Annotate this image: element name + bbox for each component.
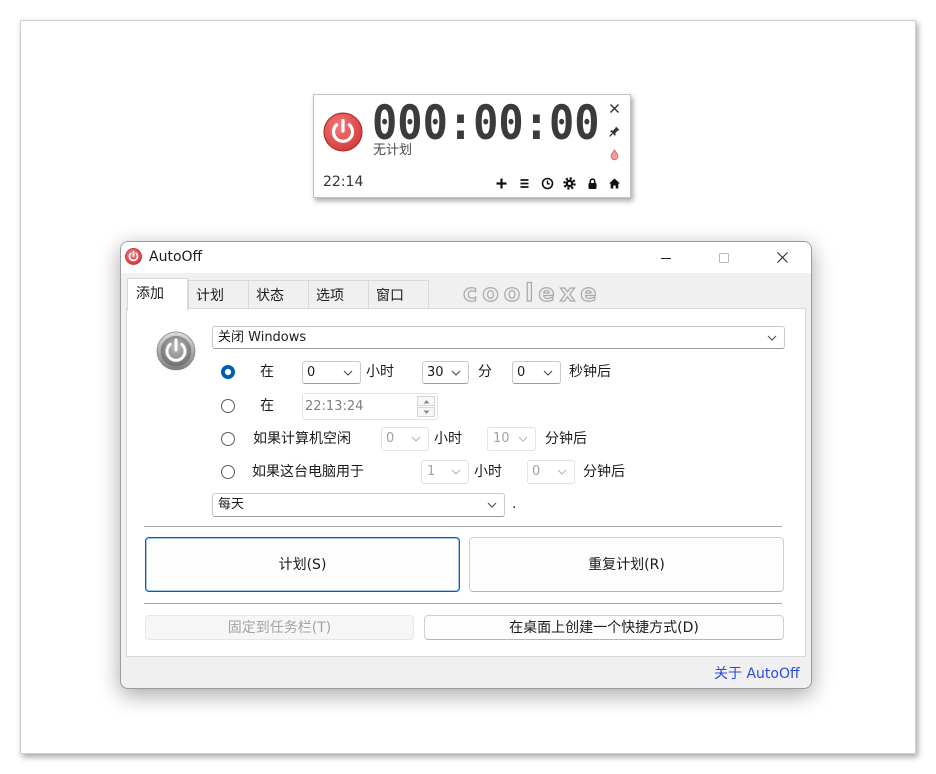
idle-hours-unit: 小时	[434, 431, 462, 447]
action-select[interactable]: 关闭 Windows	[212, 326, 785, 349]
pin-icon[interactable]	[608, 125, 621, 138]
gear-icon[interactable]	[563, 177, 576, 190]
idle-hours-select[interactable]: 0	[381, 427, 429, 451]
about-link[interactable]: 关于 AutoOff	[714, 665, 800, 683]
minimize-icon	[661, 257, 671, 259]
lock-icon[interactable]	[586, 177, 599, 190]
maximize-icon	[719, 252, 729, 263]
countdown-seconds-select[interactable]: 0	[512, 361, 561, 384]
power-icon	[156, 331, 196, 371]
uptime-minutes-select[interactable]: 0	[527, 460, 575, 484]
chevron-down-icon	[767, 335, 777, 341]
tab-schedule[interactable]: 计划	[188, 280, 249, 308]
idle-minutes-value: 10	[493, 431, 510, 446]
list-icon[interactable]	[518, 177, 531, 190]
repeat-schedule-button[interactable]: 重复计划(R)	[469, 537, 784, 592]
schedule-button[interactable]: 计划(S)	[145, 537, 460, 592]
maximize-button[interactable]	[695, 242, 753, 273]
countdown-seconds-unit: 秒钟后	[569, 364, 611, 380]
title-bar[interactable]: AutoOff	[121, 242, 811, 273]
coolexe-logo: coolexe	[462, 279, 602, 307]
add-tab-panel: 关闭 Windows 在 0 小时 30 分 0 秒钟后 在 22:13:24	[126, 308, 806, 657]
chevron-down-icon	[343, 370, 353, 376]
at-time-spinner[interactable]: 22:13:24	[302, 393, 438, 420]
uptime-minutes-unit: 分钟后	[583, 464, 625, 480]
autooff-window: AutoOff 添加 计划 状态 选项 窗口 coolexe 关闭 Window…	[120, 241, 812, 689]
chevron-down-icon	[518, 436, 528, 442]
chevron-down-icon	[557, 469, 567, 475]
radio-countdown[interactable]	[221, 365, 235, 379]
radio-uptime[interactable]	[221, 465, 235, 479]
home-icon[interactable]	[608, 177, 621, 190]
chevron-down-icon	[411, 436, 421, 442]
spinner-down-button[interactable]	[417, 407, 435, 417]
window-title: AutoOff	[149, 249, 203, 265]
create-desktop-shortcut-button[interactable]: 在桌面上创建一个快捷方式(D)	[424, 615, 784, 640]
tab-options[interactable]: 选项	[308, 280, 369, 308]
timer-widget: 000:00:00 无计划 22:14	[313, 94, 631, 198]
tab-window[interactable]: 窗口	[368, 280, 429, 308]
current-time: 22:14	[323, 174, 364, 190]
at-time-label: 在	[260, 398, 274, 414]
countdown-minutes-select[interactable]: 30	[422, 361, 469, 384]
countdown-minutes-value: 30	[427, 364, 444, 380]
pin-to-taskbar-button[interactable]: 固定到任务栏(T)	[145, 615, 414, 640]
uptime-hours-value: 1	[427, 464, 436, 479]
countdown-hours-unit: 小时	[366, 364, 394, 380]
close-icon[interactable]	[608, 102, 621, 115]
repeat-select[interactable]: 每天	[212, 493, 505, 517]
radio-at-time[interactable]	[221, 399, 235, 413]
spinner-up-button[interactable]	[417, 396, 435, 406]
chevron-down-icon	[451, 370, 461, 376]
uptime-hours-select[interactable]: 1	[421, 460, 469, 484]
idle-label: 如果计算机空闲	[253, 431, 351, 447]
uptime-label: 如果这台电脑用于	[252, 464, 364, 480]
at-time-value: 22:13:24	[305, 398, 364, 414]
divider	[144, 526, 782, 527]
repeat-suffix: .	[512, 496, 517, 512]
arrow-up-icon	[423, 400, 430, 404]
countdown-minutes-unit: 分	[478, 364, 492, 380]
idle-minutes-unit: 分钟后	[545, 431, 587, 447]
action-select-value: 关闭 Windows	[218, 329, 307, 345]
chevron-down-icon	[451, 469, 461, 475]
close-icon	[776, 252, 788, 263]
drop-icon[interactable]	[608, 148, 621, 161]
close-button[interactable]	[753, 242, 811, 273]
radio-idle[interactable]	[221, 432, 235, 446]
app-power-icon	[125, 248, 142, 265]
tab-add[interactable]: 添加	[127, 278, 188, 311]
repeat-select-value: 每天	[218, 497, 245, 512]
uptime-minutes-value: 0	[532, 464, 541, 479]
uptime-hours-unit: 小时	[474, 464, 502, 480]
chevron-down-icon	[543, 370, 553, 376]
power-icon[interactable]	[323, 112, 363, 152]
tab-status[interactable]: 状态	[248, 280, 309, 308]
add-icon[interactable]	[495, 177, 508, 190]
arrow-down-icon	[423, 410, 430, 414]
chevron-down-icon	[487, 502, 497, 508]
divider	[144, 603, 782, 604]
idle-hours-value: 0	[386, 431, 395, 446]
countdown-seconds-value: 0	[517, 364, 526, 380]
countdown-hours-value: 0	[307, 364, 316, 380]
clock-icon[interactable]	[541, 177, 554, 190]
schedule-status: 无计划	[373, 143, 413, 158]
countdown-label: 在	[260, 364, 274, 380]
spinner-buttons	[417, 396, 435, 417]
idle-minutes-select[interactable]: 10	[487, 427, 536, 451]
countdown-display: 000:00:00	[372, 95, 600, 151]
minimize-button[interactable]	[637, 242, 695, 273]
countdown-hours-select[interactable]: 0	[302, 361, 361, 384]
